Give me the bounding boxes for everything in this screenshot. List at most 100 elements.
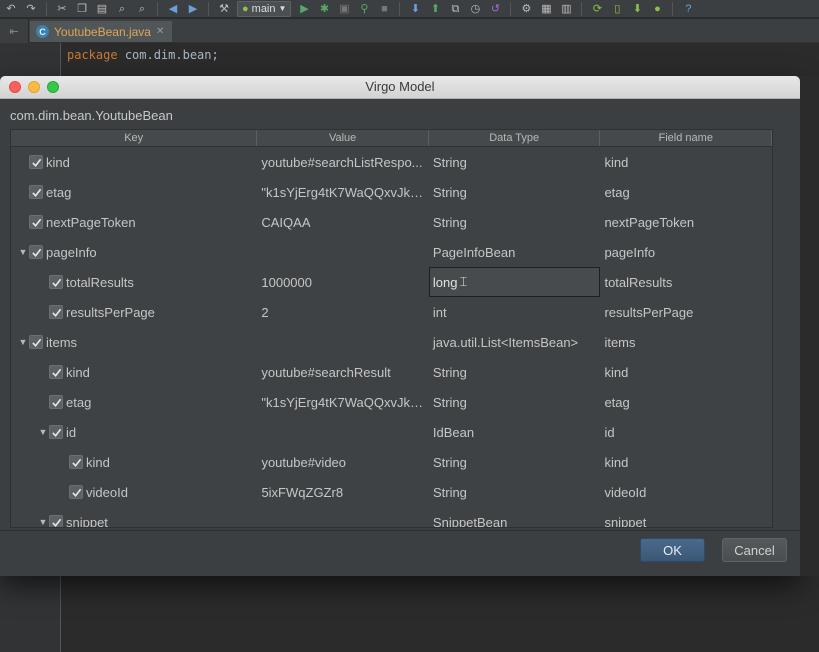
- zoom-window-button[interactable]: [47, 81, 59, 93]
- ok-button[interactable]: OK: [640, 538, 705, 562]
- vcs-commit-icon[interactable]: ⬆: [428, 3, 442, 15]
- column-header-key[interactable]: Key: [11, 130, 258, 146]
- field-name-cell[interactable]: id: [600, 425, 772, 440]
- field-name-cell[interactable]: etag: [600, 395, 772, 410]
- include-checkbox[interactable]: [49, 275, 63, 289]
- field-name-cell[interactable]: nextPageToken: [600, 215, 772, 230]
- cut-icon[interactable]: ✂: [55, 3, 69, 15]
- structure-toggle-icon[interactable]: ⇤: [0, 19, 29, 43]
- table-row[interactable]: etag "k1sYjErg4tK7WaQQxvJkW... String etag: [11, 387, 772, 417]
- field-name-cell[interactable]: kind: [600, 455, 772, 470]
- field-name-cell[interactable]: totalResults: [600, 275, 772, 290]
- expand-triangle-icon[interactable]: ▼: [37, 427, 49, 437]
- vcs-history-icon[interactable]: ◷: [468, 3, 482, 15]
- data-type-cell[interactable]: String: [429, 395, 601, 410]
- field-name-cell[interactable]: pageInfo: [600, 245, 772, 260]
- debug-icon[interactable]: ✱: [317, 3, 331, 15]
- column-header-value[interactable]: Value: [257, 130, 429, 146]
- include-checkbox[interactable]: [69, 455, 83, 469]
- include-checkbox[interactable]: [29, 155, 43, 169]
- field-name-cell[interactable]: kind: [600, 365, 772, 380]
- find-icon[interactable]: ⌕: [115, 3, 129, 15]
- nav-back-icon[interactable]: ◀: [166, 3, 180, 15]
- expand-triangle-icon[interactable]: ▼: [17, 337, 29, 347]
- table-row[interactable]: kind youtube#video String kind: [11, 447, 772, 477]
- avd-manager-icon[interactable]: ▯: [610, 3, 624, 15]
- paste-icon[interactable]: ▤: [95, 3, 109, 15]
- include-checkbox[interactable]: [49, 425, 63, 439]
- table-row[interactable]: ▼ snippet SnippetBean snippet: [11, 507, 772, 528]
- table-row[interactable]: etag "k1sYjErg4tK7WaQQxvJkW... String etag: [11, 177, 772, 207]
- data-type-cell[interactable]: SnippetBean: [429, 515, 601, 528]
- include-checkbox[interactable]: [49, 515, 63, 527]
- field-name-cell[interactable]: etag: [600, 185, 772, 200]
- table-row[interactable]: totalResults 1000000 long ⌶ totalResults: [11, 267, 772, 297]
- field-name-cell[interactable]: items: [600, 335, 772, 350]
- include-checkbox[interactable]: [29, 335, 43, 349]
- close-icon[interactable]: ✕: [156, 26, 164, 37]
- data-type-cell[interactable]: String: [429, 215, 601, 230]
- help-icon[interactable]: ?: [681, 3, 695, 15]
- dialog-titlebar[interactable]: Virgo Model: [0, 76, 800, 99]
- table-row[interactable]: ▼ pageInfo PageInfoBean pageInfo: [11, 237, 772, 267]
- data-type-cell[interactable]: String: [429, 485, 601, 500]
- coverage-icon[interactable]: ▣: [337, 3, 351, 15]
- forward-icon[interactable]: ↷: [24, 3, 38, 15]
- vcs-update-icon[interactable]: ⬇: [408, 3, 422, 15]
- build-icon[interactable]: ⚒: [217, 3, 231, 15]
- table-row[interactable]: kind youtube#searchResult String kind: [11, 357, 772, 387]
- include-checkbox[interactable]: [69, 485, 83, 499]
- data-type-cell[interactable]: String: [429, 155, 601, 170]
- tab-youtubebean[interactable]: C YoutubeBean.java ✕: [30, 21, 173, 42]
- column-header-field-name[interactable]: Field name: [600, 130, 772, 146]
- android-device-monitor-icon[interactable]: ●: [650, 3, 664, 15]
- project-structure-icon[interactable]: ▦: [539, 3, 553, 15]
- back-icon[interactable]: ↶: [4, 3, 18, 15]
- data-type-cell[interactable]: PageInfoBean: [429, 245, 601, 260]
- close-window-button[interactable]: [9, 81, 21, 93]
- field-name-cell[interactable]: videoId: [600, 485, 772, 500]
- run-config-dropdown[interactable]: ● main ▼: [237, 0, 292, 17]
- data-type-cell[interactable]: String: [429, 365, 601, 380]
- table-row[interactable]: resultsPerPage 2 int resultsPerPage: [11, 297, 772, 327]
- table-scrollbar[interactable]: [782, 129, 792, 528]
- field-name-cell[interactable]: resultsPerPage: [600, 305, 772, 320]
- replace-icon[interactable]: ⌕: [135, 3, 149, 15]
- cancel-button[interactable]: Cancel: [722, 538, 787, 562]
- data-type-cell[interactable]: java.util.List<ItemsBean>: [429, 335, 601, 350]
- data-type-cell[interactable]: int: [429, 305, 601, 320]
- code-line[interactable]: package com.dim.bean;: [67, 48, 219, 62]
- table-row[interactable]: kind youtube#searchListRespo... String kind: [11, 147, 772, 177]
- data-type-cell[interactable]: String: [429, 455, 601, 470]
- data-type-editor[interactable]: long ⌶: [428, 267, 601, 297]
- run-icon[interactable]: ▶: [297, 3, 311, 15]
- expand-triangle-icon[interactable]: ▼: [37, 517, 49, 527]
- vcs-revert-icon[interactable]: ↺: [488, 3, 502, 15]
- field-name-cell[interactable]: snippet: [600, 515, 772, 528]
- nav-forward-icon[interactable]: ▶: [186, 3, 200, 15]
- include-checkbox[interactable]: [49, 365, 63, 379]
- table-row[interactable]: videoId 5ixFWqZGZr8 String videoId: [11, 477, 772, 507]
- copy-icon[interactable]: ❐: [75, 3, 89, 15]
- sync-gradle-icon[interactable]: ⟳: [590, 3, 604, 15]
- table-row[interactable]: ▼ items java.util.List<ItemsBean> items: [11, 327, 772, 357]
- vcs-compare-icon[interactable]: ⧉: [448, 3, 462, 15]
- minimize-window-button[interactable]: [28, 81, 40, 93]
- sdk-icon[interactable]: ⬇: [630, 3, 644, 15]
- include-checkbox[interactable]: [49, 305, 63, 319]
- field-name-cell[interactable]: kind: [600, 155, 772, 170]
- include-checkbox[interactable]: [29, 245, 43, 259]
- include-checkbox[interactable]: [49, 395, 63, 409]
- include-checkbox[interactable]: [29, 185, 43, 199]
- settings-icon[interactable]: ⚙: [519, 3, 533, 15]
- include-checkbox[interactable]: [29, 215, 43, 229]
- stop-icon[interactable]: ■: [377, 3, 391, 15]
- column-header-data-type[interactable]: Data Type: [429, 130, 601, 146]
- data-type-cell[interactable]: IdBean: [429, 425, 601, 440]
- sdk-manager-icon[interactable]: ▥: [559, 3, 573, 15]
- table-row[interactable]: ▼ id IdBean id: [11, 417, 772, 447]
- data-type-cell[interactable]: String: [429, 185, 601, 200]
- table-row[interactable]: nextPageToken CAIQAA String nextPageToken: [11, 207, 772, 237]
- expand-triangle-icon[interactable]: ▼: [17, 247, 29, 257]
- attach-debugger-icon[interactable]: ⚲: [357, 3, 371, 15]
